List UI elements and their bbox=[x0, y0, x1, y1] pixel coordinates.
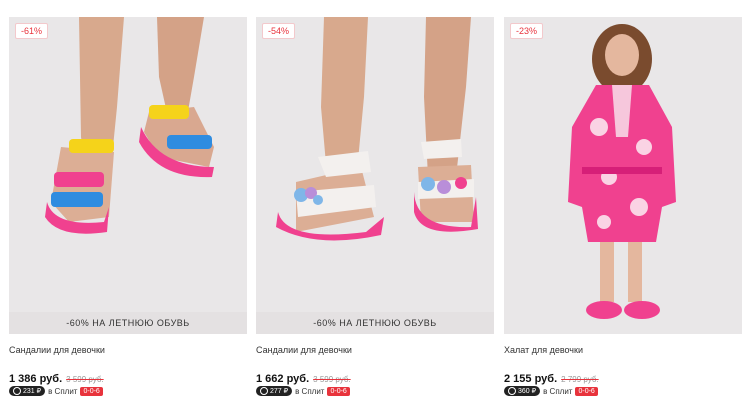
split-payment[interactable]: 277 ₽ в Сплит 0-0-6 bbox=[256, 386, 350, 396]
discount-badge: -23% bbox=[510, 23, 544, 39]
promo-banner[interactable]: -60% НА ЛЕТНЮЮ ОБУВЬ bbox=[9, 312, 247, 334]
split-amount-pill: 277 ₽ bbox=[256, 386, 293, 396]
price-row: 2 155 руб. 2 799 руб. bbox=[504, 373, 599, 385]
promo-banner[interactable]: -60% НА ЛЕТНЮЮ ОБУВЬ bbox=[256, 312, 494, 334]
split-amount-pill: 360 ₽ bbox=[504, 386, 541, 396]
split-icon bbox=[260, 387, 268, 395]
product-image[interactable]: -61% -60% НА ЛЕТНЮЮ ОБУВЬ bbox=[9, 17, 247, 334]
sandals-photo bbox=[9, 17, 247, 334]
split-amount: 277 ₽ bbox=[270, 388, 289, 395]
split-tag: 0-0-6 bbox=[327, 386, 350, 396]
product-card[interactable]: -23% Халат для девочки 2 155 руб. 2 799 … bbox=[504, 17, 742, 412]
split-tag: 0-0-6 bbox=[575, 386, 598, 396]
price-row: 1 662 руб. 3 599 руб. bbox=[256, 373, 351, 385]
product-image[interactable]: -54% -60% НА ЛЕТНЮЮ ОБУВЬ bbox=[256, 17, 494, 334]
product-name[interactable]: Халат для девочки bbox=[504, 345, 583, 355]
current-price: 1 386 руб. bbox=[9, 373, 63, 385]
split-payment[interactable]: 231 ₽ в Сплит 0-0-6 bbox=[9, 386, 103, 396]
product-card[interactable]: -54% -60% НА ЛЕТНЮЮ ОБУВЬ Сандалии для д… bbox=[256, 17, 494, 412]
product-name[interactable]: Сандалии для девочки bbox=[9, 345, 105, 355]
split-label: в Сплит bbox=[543, 386, 573, 396]
split-label: в Сплит bbox=[295, 386, 325, 396]
old-price: 3 599 руб. bbox=[66, 375, 104, 384]
split-label: в Сплит bbox=[48, 386, 78, 396]
product-image[interactable]: -23% bbox=[504, 17, 742, 334]
product-grid: -61% -60% НА ЛЕТНЮЮ ОБУВЬ Сандалии для д… bbox=[0, 0, 752, 414]
split-icon bbox=[13, 387, 21, 395]
current-price: 1 662 руб. bbox=[256, 373, 310, 385]
split-icon bbox=[508, 387, 516, 395]
split-amount: 231 ₽ bbox=[23, 388, 42, 395]
discount-badge: -61% bbox=[15, 23, 49, 39]
current-price: 2 155 руб. bbox=[504, 373, 558, 385]
split-amount-pill: 231 ₽ bbox=[9, 386, 46, 396]
product-name[interactable]: Сандалии для девочки bbox=[256, 345, 352, 355]
split-tag: 0-0-6 bbox=[80, 386, 103, 396]
product-card[interactable]: -61% -60% НА ЛЕТНЮЮ ОБУВЬ Сандалии для д… bbox=[9, 17, 247, 412]
old-price: 2 799 руб. bbox=[561, 375, 599, 384]
sandals-photo bbox=[256, 17, 494, 334]
split-payment[interactable]: 360 ₽ в Сплит 0-0-6 bbox=[504, 386, 598, 396]
old-price: 3 599 руб. bbox=[313, 375, 351, 384]
bathrobe-photo bbox=[504, 17, 742, 334]
split-amount: 360 ₽ bbox=[518, 388, 537, 395]
price-row: 1 386 руб. 3 599 руб. bbox=[9, 373, 104, 385]
discount-badge: -54% bbox=[262, 23, 296, 39]
